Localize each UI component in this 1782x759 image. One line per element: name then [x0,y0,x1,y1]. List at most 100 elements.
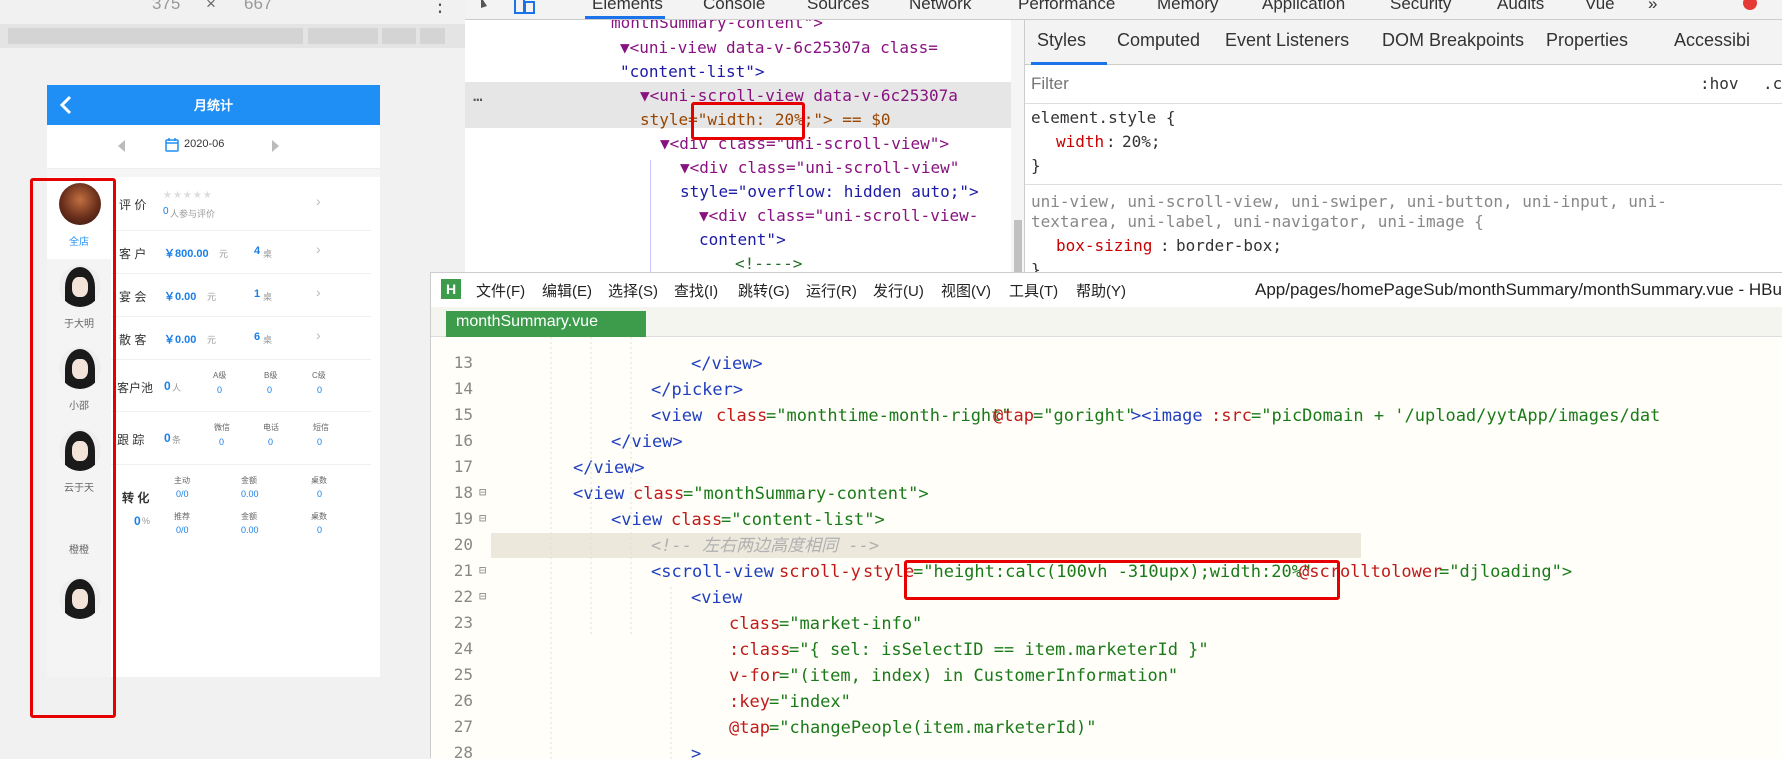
prev-month-icon[interactable] [116,139,126,153]
marketer-name: 小邵 [69,401,89,412]
dom-node[interactable]: monthSummary-content"> [611,20,823,35]
calendar-icon [165,138,179,152]
next-month-icon[interactable] [271,139,281,153]
inspect-element-icon[interactable] [479,0,501,14]
more-tabs-icon[interactable]: » [1648,0,1657,14]
menu-help[interactable]: 帮助(Y) [1076,280,1126,301]
rule-selector: textarea, uni-label, uni-navigator, uni-… [1031,212,1484,231]
tab-memory[interactable]: Memory [1157,0,1218,14]
sms-value: 0 [317,437,323,447]
code-token: ="picDomain + '/upload/yytApp/images/dat [1251,406,1660,426]
tab-console[interactable]: Console [703,0,765,14]
line-number: 19 [453,509,473,528]
dom-node-attr: style="overflow: hidden auto;"> [680,182,979,201]
fold-icon[interactable]: ⊟ [479,485,486,499]
tab-vue[interactable]: Vue [1585,0,1615,14]
customer-row[interactable]: 客 户 ￥800.00 元 4 桌 › [111,231,371,274]
code-editor[interactable]: 13 14 15 16 17 18 19 20 21 22 23 24 25 2… [431,337,1782,759]
dom-node-selected[interactable]: ▼<uni-scroll-view data-v-6c25307a [640,84,958,108]
convert-percent: 0 [134,514,141,528]
marketer-item-selected[interactable]: 全店 [47,177,111,259]
menu-tools[interactable]: 工具(T) [1009,280,1058,301]
code-token: ="(item, index) in CustomerInformation" [779,666,1178,686]
tab-event-listeners[interactable]: Event Listeners [1225,30,1349,51]
error-badge-icon[interactable] [1743,0,1757,10]
more-options-icon[interactable]: ⋮ [430,0,450,16]
fold-icon[interactable]: ⊟ [479,563,486,577]
hover-state-toggle[interactable]: :hov [1700,74,1739,93]
css-value[interactable]: border-box; [1176,234,1282,258]
marketer-name: 橙橙 [69,545,89,556]
media-query-ruler [0,24,465,48]
fold-icon[interactable]: ⊟ [479,511,486,525]
css-value[interactable]: 20%; [1122,130,1161,154]
code-token: style [863,562,914,582]
device-width-input[interactable]: 375 [152,0,180,14]
dom-scrollbar[interactable] [1011,20,1025,272]
rule-selector: element.style { [1031,108,1176,127]
tab-network[interactable]: Network [909,0,971,14]
tab-properties[interactable]: Properties [1546,30,1628,51]
marketer-item[interactable]: 云于天 [47,423,111,505]
tracking-row[interactable]: 跟 踪 0 条 微信 0 电话 0 短信 0 [111,412,371,465]
walkin-amount: ￥0.00 [164,334,197,346]
active-amount-label: 金额 [241,476,257,485]
marketer-item[interactable]: 小邵 [47,341,111,423]
conversion-row[interactable]: 转 化 0 % 主动 0/0 金额 0.00 桌数 0 推荐 0/0 金额 0.… [111,465,371,547]
menu-select[interactable]: 选择(S) [608,280,658,301]
customer-pool-row[interactable]: 客户池 0 人 A级 0 B级 0 C级 0 [111,360,371,412]
tab-audits[interactable]: Audits [1497,0,1544,14]
grade-a-value: 0 [217,385,223,395]
tab-dom-breakpoints[interactable]: DOM Breakpoints [1382,30,1524,51]
banquet-label: 宴 会 [119,290,147,304]
device-toggle-icon[interactable] [513,0,537,16]
device-height-input[interactable]: 667 [244,0,272,14]
tab-styles[interactable]: Styles [1037,30,1086,51]
tab-computed[interactable]: Computed [1117,30,1200,51]
tab-elements[interactable]: Elements [592,0,663,14]
marketer-name: 于大明 [64,319,94,330]
marketer-item[interactable]: 于大明 [47,259,111,341]
banquet-tables-unit: 桌 [263,292,273,302]
fold-icon[interactable]: ⊟ [479,589,486,603]
menu-goto[interactable]: 跳转(G) [738,280,790,301]
banquet-row[interactable]: 宴 会 ￥0.00 元 1 桌 › [111,274,371,317]
dom-node[interactable]: ▼<div class="uni-scroll-view" [680,156,959,180]
tab-security[interactable]: Security [1390,0,1451,14]
class-toggle[interactable]: .c [1763,74,1782,93]
line-number: 22 [453,587,473,606]
dom-node[interactable]: ▼<uni-view data-v-6c25307a class= [620,36,938,60]
file-tab[interactable]: monthSummary.vue [446,311,646,337]
dom-node[interactable]: ▼<div class="uni-scroll-view- [699,204,978,228]
code-token: @scrolltolower [1299,562,1442,582]
tab-performance[interactable]: Performance [1018,0,1115,14]
styles-filter-input[interactable] [1031,70,1631,98]
filter-bar: :hov .c [1025,66,1782,104]
menu-publish[interactable]: 发行(U) [873,280,924,301]
marketer-item[interactable]: 橙橙 [47,523,111,619]
css-property[interactable]: width [1056,130,1104,154]
star-rating-icon: ★★★★★ [163,190,213,201]
tab-application[interactable]: Application [1262,0,1345,14]
rating-row[interactable]: 评 价 ★★★★★ 0 人参与评价 › [111,177,371,231]
walkin-amount-unit: 元 [207,335,217,345]
menu-run[interactable]: 运行(R) [806,280,857,301]
menu-edit[interactable]: 编辑(E) [542,280,592,301]
css-colon: : [1160,236,1170,255]
current-month[interactable]: 2020-06 [184,138,224,150]
dom-node[interactable]: ▼<div class="uni-scroll-view"> [660,132,949,156]
sms-label: 短信 [313,423,329,432]
avatar [59,183,101,225]
menu-find[interactable]: 查找(I) [674,280,718,301]
grade-c-label: C级 [312,371,326,380]
tab-sources[interactable]: Sources [807,0,869,14]
menu-view[interactable]: 视图(V) [941,280,991,301]
tab-accessibility[interactable]: Accessibi [1674,30,1750,51]
walkin-row[interactable]: 散 客 ￥0.00 元 6 桌 › [111,317,371,360]
ellipsis-icon[interactable]: … [473,86,483,105]
css-property[interactable]: box-sizing [1056,234,1152,258]
code-token: ="content-list"> [721,510,885,530]
menu-file[interactable]: 文件(F) [476,280,525,301]
hbuilder-logo: H [441,279,461,299]
marketer-name: 全店 [69,237,89,248]
